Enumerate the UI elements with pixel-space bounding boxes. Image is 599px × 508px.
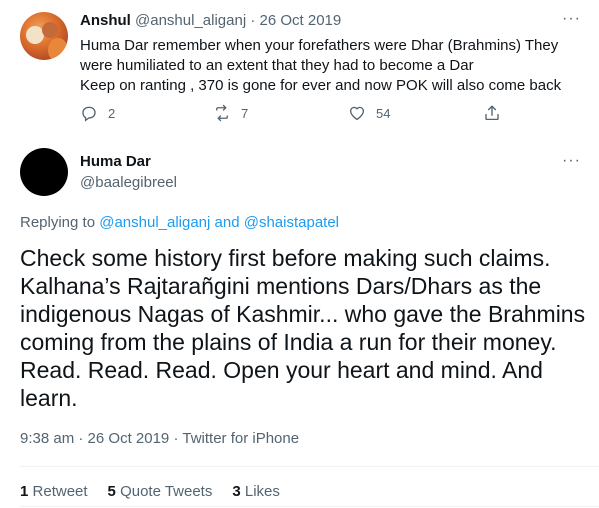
tweet-metadata: 9:38 am · 26 Oct 2019 · Twitter for iPho… (20, 430, 299, 447)
tweet-header: Anshul @anshul_aliganj · 26 Oct 2019 (80, 12, 341, 29)
tweet-text-line: Keep on ranting , 370 is gone for ever a… (80, 77, 562, 94)
quotes-stat[interactable]: 5 Quote Tweets (108, 483, 213, 500)
tweet-date[interactable]: 26 Oct 2019 (88, 430, 170, 447)
like-button[interactable]: 54 (348, 104, 390, 122)
reply-icon (82, 106, 96, 122)
replying-to: Replying to @anshul_aliganj and @shaista… (20, 214, 339, 231)
more-options-icon[interactable]: ··· (562, 152, 581, 170)
mention-link[interactable]: @shaistapatel (244, 214, 339, 231)
divider (20, 506, 599, 507)
share-button[interactable] (483, 104, 501, 122)
like-count: 54 (376, 105, 391, 121)
tweet-text: Check some history first before making s… (20, 244, 590, 412)
quotes-label: Quote Tweets (120, 483, 213, 500)
divider (20, 466, 599, 467)
tweet-text: Huma Dar remember when your forefathers … (80, 36, 580, 96)
more-options-icon[interactable]: ··· (562, 10, 581, 28)
tweet-source[interactable]: Twitter for iPhone (182, 430, 299, 447)
likes-label: Likes (244, 483, 280, 500)
reply-tweet[interactable]: Anshul @anshul_aliganj · 26 Oct 2019 ···… (0, 0, 599, 140)
mention-link[interactable]: @anshul_aliganj (99, 214, 210, 231)
tweet-text-line: Huma Dar remember when your forefathers … (80, 37, 559, 54)
author-handle[interactable]: @anshul_aliganj (135, 12, 246, 29)
tweet-text-line: Kalhana’s Rajtarañgini mentions Dars/Dha… (20, 273, 542, 299)
reply-button[interactable]: 2 (80, 104, 115, 122)
tweet-text-line: Read. Read. Read. Open your heart and mi… (20, 357, 543, 383)
author-handle[interactable]: @baalegibreel (80, 174, 177, 191)
retweet-icon (216, 104, 228, 122)
share-icon (485, 105, 499, 121)
mention-conjunction: and (214, 214, 240, 231)
tweet-text-line: were humiliated to an extent that they h… (80, 57, 474, 74)
likes-stat[interactable]: 3 Likes (232, 483, 280, 500)
replying-to-label: Replying to (20, 214, 96, 231)
tweet-text-line: Check some history first before making s… (20, 245, 551, 271)
tweet-stats: 1 Retweet 5 Quote Tweets 3 Likes (20, 483, 280, 500)
tweet-time[interactable]: 9:38 am (20, 430, 74, 447)
separator: · (173, 430, 179, 447)
tweet-text-line: coming from the plains of India a run fo… (20, 329, 557, 355)
retweet-count: 7 (241, 105, 249, 121)
author-name[interactable]: Huma Dar (80, 153, 151, 170)
tweet-actions: 2 7 54 (80, 104, 510, 126)
avatar[interactable] (20, 148, 68, 196)
retweets-stat[interactable]: 1 Retweet (20, 483, 88, 500)
like-icon (349, 106, 365, 121)
retweet-button[interactable]: 7 (213, 104, 248, 122)
tweet-text-line: indigenous Nagas of Kashmir... who gave … (20, 301, 586, 327)
tweet-date[interactable]: 26 Oct 2019 (260, 12, 342, 29)
retweets-label: Retweet (32, 483, 88, 500)
retweets-count: 1 (20, 483, 29, 500)
separator: · (78, 430, 84, 447)
separator: · (250, 12, 256, 29)
avatar[interactable] (20, 12, 68, 60)
likes-count: 3 (232, 483, 241, 500)
tweet-text-line: learn. (20, 385, 78, 411)
quotes-count: 5 (107, 483, 116, 500)
reply-count: 2 (108, 105, 116, 121)
author-name[interactable]: Anshul (80, 12, 131, 29)
